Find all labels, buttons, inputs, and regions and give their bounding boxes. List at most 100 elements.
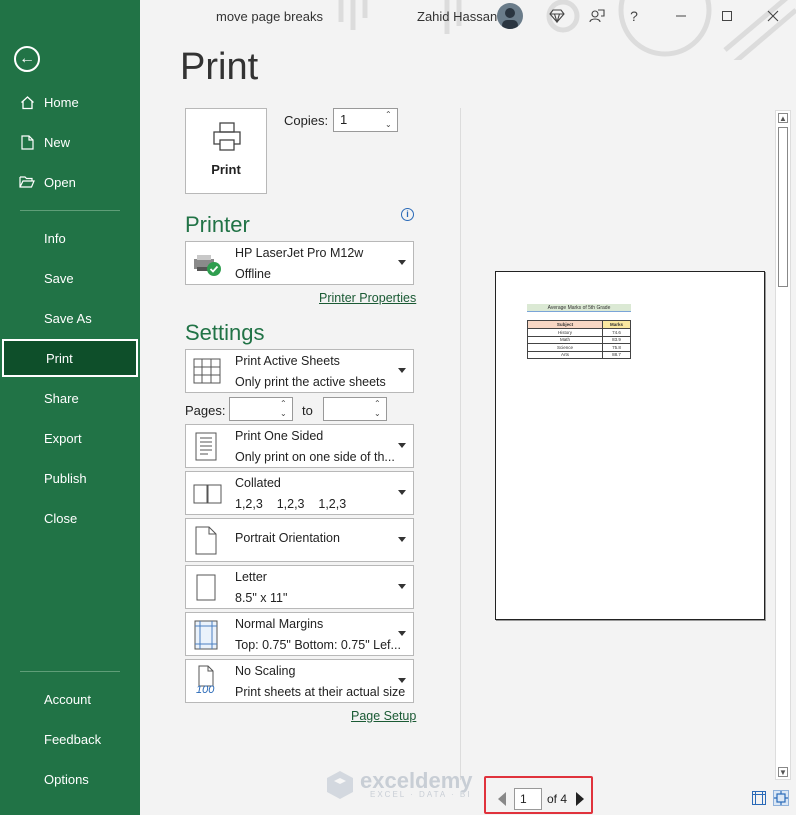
user-name[interactable]: Zahid Hassan (417, 9, 497, 24)
print-button[interactable]: Print (185, 108, 267, 194)
sidebar-item-label: New (44, 134, 71, 150)
sidebar-item-label: Feedback (44, 731, 102, 747)
printer-icon (213, 122, 241, 151)
close-icon[interactable] (763, 6, 783, 26)
backstage-sidebar: ← Home New Open Info Save Save As Print … (0, 0, 140, 815)
page-navigator: 1 of 4 (484, 776, 593, 814)
printer-section-title: Printer (185, 212, 250, 237)
sidebar-item-new[interactable]: New (0, 123, 140, 161)
copies-stepper[interactable]: 1 ⌃ ⌄ (333, 108, 398, 132)
scaling-icon-label: 100 (196, 684, 215, 696)
scaling-title: No Scaling (235, 664, 296, 678)
sidebar-item-close[interactable]: Close (0, 499, 140, 537)
coauthor-icon[interactable] (587, 6, 607, 26)
print-button-label: Print (211, 162, 241, 177)
preview-sheet-title: Average Marks of 5th Grade (527, 304, 631, 312)
sidebar-item-save-as[interactable]: Save As (0, 299, 140, 337)
paper-size-dropdown[interactable]: Letter 8.5" x 11" (185, 565, 414, 609)
printer-name: HP LaserJet Pro M12w (235, 246, 364, 260)
sidebar-item-publish[interactable]: Publish (0, 459, 140, 497)
sidebar-divider (20, 671, 120, 672)
printer-status: Offline (235, 267, 271, 281)
chevron-down-icon (398, 260, 406, 265)
preview-table: Subject Marks History 74.6 Math 83.9 Sci… (527, 320, 631, 359)
exceldemy-logo-icon (327, 771, 353, 799)
sidebar-item-options[interactable]: Options (0, 760, 140, 798)
maximize-icon[interactable] (717, 6, 737, 26)
sidebar-item-account[interactable]: Account (0, 680, 140, 718)
back-arrow-icon[interactable]: ← (14, 46, 40, 72)
spin-up-icon[interactable]: ⌃ (280, 399, 290, 408)
print-what-subtitle: Only print the active sheets (235, 375, 386, 389)
sidebar-item-save[interactable]: Save (0, 259, 140, 297)
table-row: Science 75.8 (527, 343, 631, 352)
diamond-icon[interactable] (547, 6, 567, 26)
previous-page-icon[interactable] (498, 792, 506, 806)
margins-dropdown[interactable]: Normal Margins Top: 0.75" Bottom: 0.75" … (185, 612, 414, 656)
avatar[interactable] (497, 3, 523, 29)
portrait-page-icon (195, 526, 217, 555)
sidebar-item-label: Info (44, 230, 66, 246)
spin-down-icon[interactable]: ⌄ (385, 120, 395, 129)
spin-down-icon[interactable]: ⌄ (374, 409, 384, 418)
sidebar-divider (20, 210, 120, 211)
margins-title: Normal Margins (235, 617, 324, 631)
sidebar-item-print[interactable]: Print (2, 339, 138, 377)
sidebar-item-feedback[interactable]: Feedback (0, 720, 140, 758)
pages-to-label: to (302, 403, 313, 418)
spin-down-icon[interactable]: ⌄ (280, 409, 290, 418)
copies-label: Copies: (284, 113, 329, 128)
pages-label: Pages: (185, 403, 226, 418)
sidebar-item-label: Print (46, 350, 73, 366)
sidebar-item-open[interactable]: Open (0, 163, 140, 201)
scroll-up-icon[interactable]: ▲ (778, 113, 788, 123)
spin-up-icon[interactable]: ⌃ (385, 110, 395, 119)
print-what-dropdown[interactable]: Print Active Sheets Only print the activ… (185, 349, 414, 393)
margins-icon (194, 620, 218, 650)
sidebar-item-label: Export (44, 430, 82, 446)
minimize-icon[interactable] (671, 6, 691, 26)
preview-cell: 83.9 (602, 335, 631, 344)
printer-dropdown[interactable]: HP LaserJet Pro M12w Offline (185, 241, 414, 285)
sidebar-item-info[interactable]: Info (0, 219, 140, 257)
help-icon[interactable]: ? (624, 6, 644, 26)
sidebar-item-share[interactable]: Share (0, 379, 140, 417)
zoom-to-page-icon[interactable] (773, 790, 789, 806)
scroll-thumb[interactable] (778, 127, 788, 287)
sidebar-item-home[interactable]: Home (0, 83, 140, 121)
sidebar-item-label: Open (44, 174, 76, 190)
sides-dropdown[interactable]: Print One Sided Only print on one side o… (185, 424, 414, 468)
page-title: Print (180, 46, 259, 88)
scaling-dropdown[interactable]: 100 No Scaling Print sheets at their act… (185, 659, 414, 703)
sidebar-item-label: Options (44, 771, 89, 787)
pages-to-input[interactable]: ⌃ ⌄ (323, 397, 387, 421)
watermark-tagline: EXCEL · DATA · BI (370, 790, 472, 799)
margins-subtitle: Top: 0.75" Bottom: 0.75" Lef... (235, 638, 401, 652)
sidebar-item-label: Home (44, 94, 79, 110)
paper-subtitle: 8.5" x 11" (235, 591, 288, 605)
collation-title: Collated (235, 476, 281, 490)
printer-properties-link[interactable]: Printer Properties (319, 291, 416, 305)
preview-cell: 74.6 (602, 328, 631, 337)
pages-from-input[interactable]: ⌃ ⌄ (229, 397, 293, 421)
current-page-input[interactable]: 1 (514, 788, 542, 810)
show-margins-icon[interactable] (751, 790, 767, 806)
spin-up-icon[interactable]: ⌃ (374, 399, 384, 408)
preview-cell: Arts (527, 350, 603, 359)
table-row: History 74.6 (527, 328, 631, 337)
print-preview-page: Average Marks of 5th Grade Subject Marks… (495, 271, 765, 620)
sides-title: Print One Sided (235, 429, 324, 443)
info-icon[interactable]: i (401, 208, 414, 221)
page-setup-link[interactable]: Page Setup (351, 709, 416, 723)
chevron-down-icon (398, 678, 406, 683)
scroll-down-icon[interactable]: ▼ (778, 767, 788, 777)
collation-dropdown[interactable]: Collated 1,2,3 1,2,3 1,2,3 (185, 471, 414, 515)
chevron-down-icon (398, 537, 406, 542)
sides-subtitle: Only print on one side of th... (235, 450, 395, 464)
preview-scrollbar[interactable]: ▲ ▼ (775, 110, 791, 780)
orientation-dropdown[interactable]: Portrait Orientation (185, 518, 414, 562)
paper-title: Letter (235, 570, 267, 584)
sidebar-item-label: Close (44, 510, 78, 526)
next-page-icon[interactable] (576, 792, 584, 806)
sidebar-item-export[interactable]: Export (0, 419, 140, 457)
